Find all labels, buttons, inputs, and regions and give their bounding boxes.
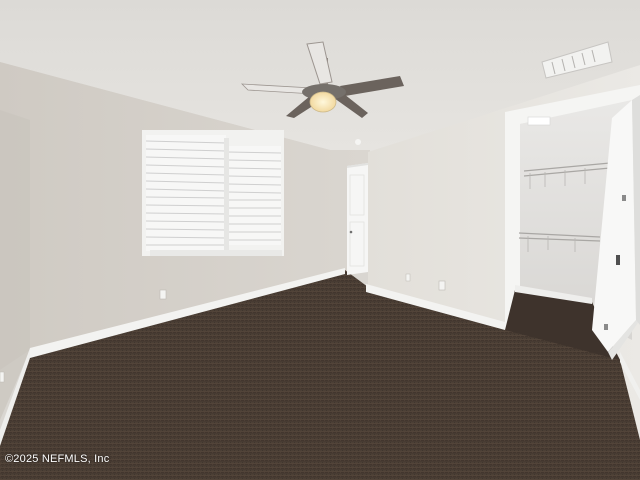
wall-outlet-left [159, 289, 167, 300]
bedroom-photo: ©2025 NEFMLS, Inc [0, 0, 640, 480]
room-illustration [0, 0, 640, 480]
wall-outlet-corner [0, 371, 5, 383]
closet-light [527, 116, 551, 126]
wall-outlet-right [438, 280, 446, 291]
watermark-text: ©2025 NEFMLS, Inc [5, 453, 110, 465]
ceiling-light-small [355, 139, 361, 145]
fan-light [309, 91, 337, 113]
back-door [347, 163, 368, 275]
wall-outlet-far [405, 273, 411, 282]
window [142, 130, 284, 256]
